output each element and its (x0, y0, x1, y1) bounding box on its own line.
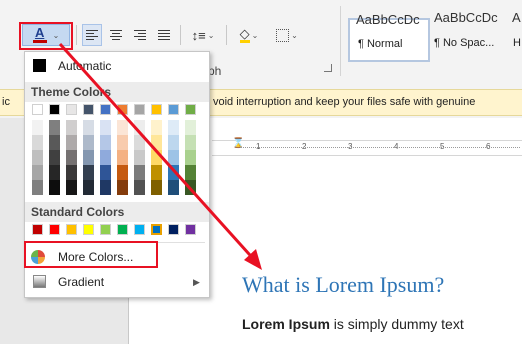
annotation-arrow (58, 42, 262, 270)
